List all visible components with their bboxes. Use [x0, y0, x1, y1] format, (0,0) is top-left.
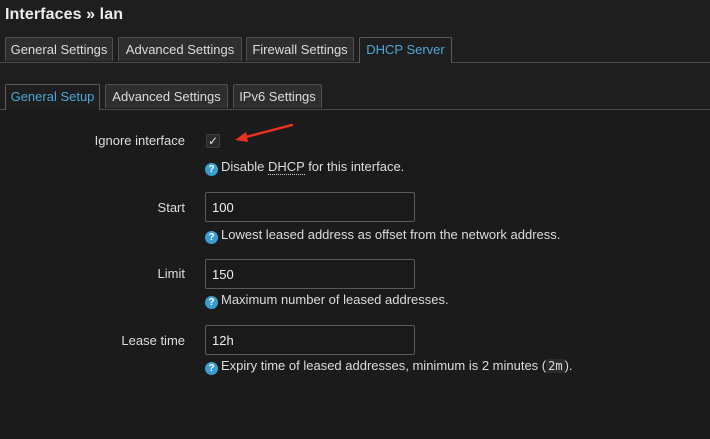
- subtab-general-setup[interactable]: General Setup: [5, 84, 100, 110]
- lease-time-hint: ? Expiry time of leased addresses, minimu…: [205, 358, 573, 375]
- subtab-ipv6-settings[interactable]: IPv6 Settings: [233, 84, 322, 108]
- tab-firewall-settings[interactable]: Firewall Settings: [246, 37, 354, 61]
- limit-hint-text: Maximum number of leased addresses.: [221, 292, 449, 307]
- subtab-advanced-settings[interactable]: Advanced Settings: [105, 84, 228, 108]
- page: Interfaces » lan General Settings Advanc…: [0, 0, 710, 439]
- help-icon: ?: [205, 362, 218, 375]
- ignore-interface-label: Ignore interface: [94, 133, 185, 148]
- arrow-annotation-icon: [235, 123, 294, 142]
- dhcp-abbr: DHCP: [267, 159, 305, 175]
- lease-time-label: Lease time: [121, 333, 185, 348]
- checkmark-icon: ✓: [207, 134, 219, 148]
- start-hint-text: Lowest leased address as offset from the…: [221, 227, 561, 242]
- start-hint: ? Lowest leased address as offset from th…: [205, 227, 560, 244]
- lease-time-hint-suffix: ).: [564, 358, 573, 373]
- lease-time-hint-code: 2m: [546, 359, 565, 373]
- interface-tabs: General Settings Advanced Settings Firew…: [0, 35, 710, 63]
- dhcp-subtabs: General Setup Advanced Settings IPv6 Set…: [0, 82, 710, 110]
- start-label: Start: [157, 200, 185, 215]
- lease-time-hint-prefix: Expiry time of leased addresses, minimum…: [221, 358, 547, 373]
- hint-text-suffix: for this interface.: [304, 159, 405, 174]
- limit-label: Limit: [157, 266, 185, 281]
- help-icon: ?: [205, 231, 218, 244]
- tab-general-settings[interactable]: General Settings: [5, 37, 113, 61]
- start-input[interactable]: [205, 192, 415, 222]
- hint-text-prefix: Disable: [221, 159, 268, 174]
- ignore-interface-checkbox[interactable]: ✓: [206, 134, 220, 148]
- help-icon: ?: [205, 163, 218, 176]
- limit-hint: ? Maximum number of leased addresses.: [205, 292, 449, 309]
- lease-time-input[interactable]: [205, 325, 415, 355]
- ignore-interface-hint: ? Disable DHCP for this interface.: [205, 159, 404, 176]
- limit-input[interactable]: [205, 259, 415, 289]
- tab-dhcp-server[interactable]: DHCP Server: [359, 37, 452, 63]
- help-icon: ?: [205, 296, 218, 309]
- tab-advanced-settings[interactable]: Advanced Settings: [118, 37, 242, 61]
- page-title: Interfaces » lan: [5, 6, 124, 23]
